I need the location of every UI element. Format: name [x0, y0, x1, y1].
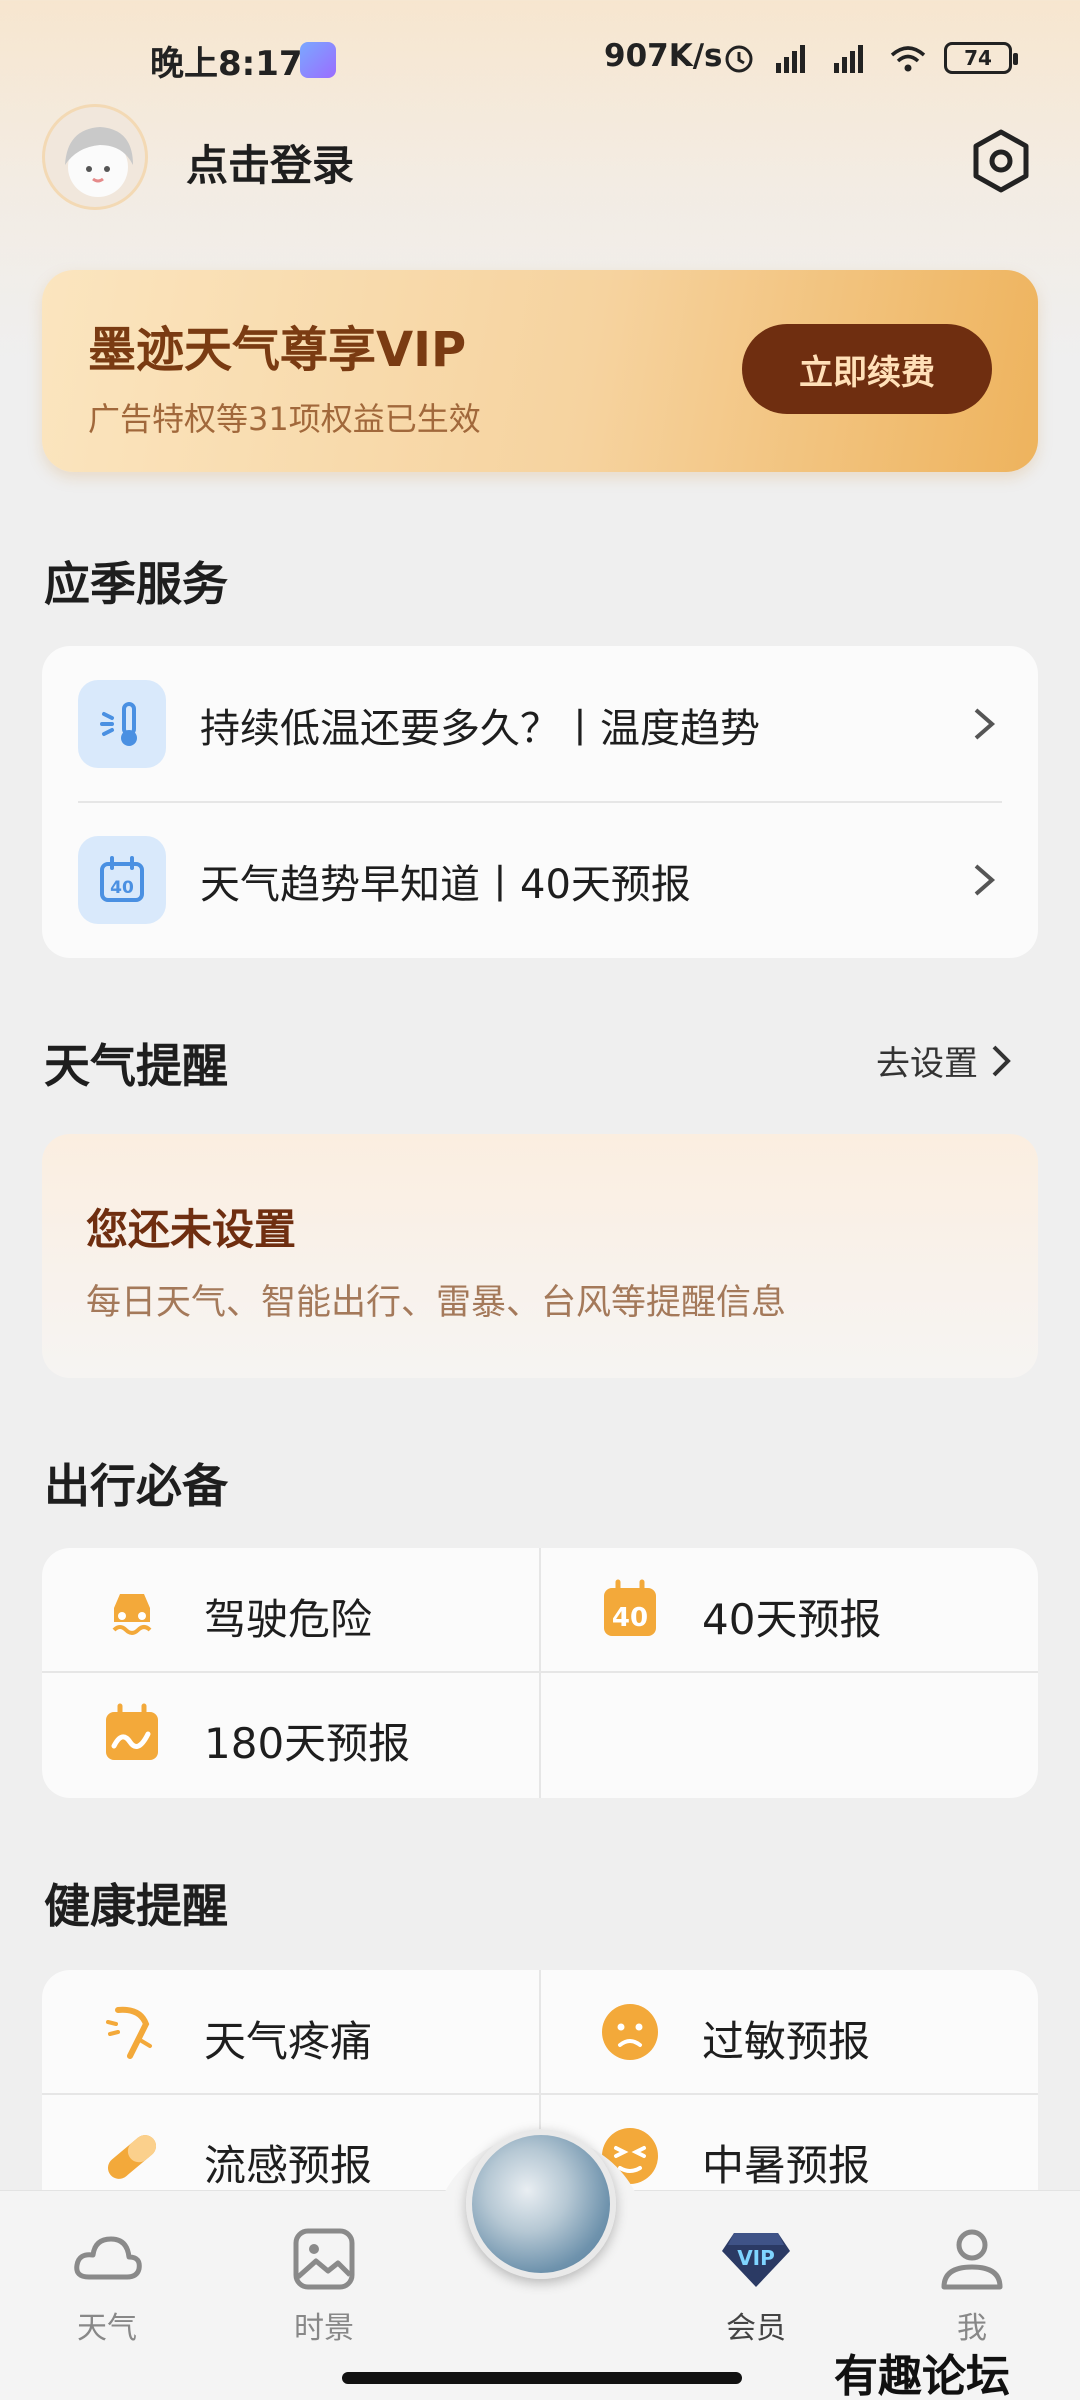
travel-grid: 驾驶危险 40 40天预报 180天预报: [42, 1548, 1038, 1798]
status-icons: 74: [722, 38, 1018, 78]
home-indicator[interactable]: [342, 2372, 742, 2384]
nav-weather[interactable]: 天气: [47, 2221, 167, 2347]
network-speed: 907K/s: [604, 38, 723, 74]
weather-remind-title: 天气提醒: [44, 1039, 228, 1093]
health-item-label: 过敏预报: [702, 2017, 871, 2066]
nav-vip[interactable]: VIP 会员: [696, 2221, 816, 2347]
vip-diamond-icon: VIP: [722, 2233, 790, 2287]
app-notification-icon: [300, 42, 336, 78]
status-bar: 晚上8:17 907K/s 74: [0, 0, 1080, 120]
nav-label: 时景: [294, 2311, 354, 2346]
seasonal-item-40day[interactable]: 40 天气趋势早知道丨40天预报: [42, 802, 1038, 958]
signal-hd-icon-2: [834, 45, 863, 73]
nav-label: 天气: [77, 2311, 137, 2346]
vip-badge-text: VIP: [737, 2246, 775, 2270]
nav-me[interactable]: 我: [912, 2221, 1032, 2347]
gear-icon: [973, 129, 1029, 193]
remind-card-subtitle: 每日天气、智能出行、雷暴、台风等提醒信息: [86, 1283, 787, 1323]
calendar-40-icon: 40: [78, 836, 166, 924]
go-settings-link[interactable]: 去设置: [876, 1036, 1014, 1085]
wifi-icon: [890, 46, 926, 72]
chevron-right-icon: [974, 864, 996, 896]
cloud-icon: [74, 2236, 142, 2280]
remind-card[interactable]: 您还未设置 每日天气、智能出行、雷暴、台风等提醒信息: [42, 1134, 1038, 1378]
vip-subtitle: 广告特权等31项权益已生效: [88, 400, 481, 438]
login-link[interactable]: 点击登录: [186, 132, 354, 193]
seasonal-item-label: 持续低温还要多久？丨温度趋势: [200, 706, 760, 752]
avatar-character-icon: [65, 127, 133, 197]
battery-icon: 74: [944, 42, 1018, 74]
divider: [539, 1548, 541, 1798]
battery-level: 74: [964, 46, 992, 70]
pill-icon: [107, 2135, 157, 2179]
health-item-label: 流感预报: [204, 2141, 373, 2190]
person-icon: [941, 2229, 1003, 2290]
renew-button[interactable]: 立即续费: [742, 324, 992, 414]
health-section-title: 健康提醒: [44, 1879, 228, 1933]
allergy-face-icon: [602, 2004, 658, 2060]
health-item-label: 中暑预报: [702, 2141, 871, 2190]
health-item-label: 天气疼痛: [204, 2017, 373, 2066]
seasonal-card: 持续低温还要多久？丨温度趋势 40 天气趋势早知道丨40天预报: [42, 646, 1038, 958]
travel-item-driving[interactable]: 驾驶危险: [42, 1548, 540, 1672]
settings-button[interactable]: [966, 126, 1036, 196]
watermark: 有趣论坛: [834, 2351, 1010, 2400]
seasonal-item-temp-trend[interactable]: 持续低温还要多久？丨温度趋势: [42, 646, 1038, 802]
health-item-allergy[interactable]: 过敏预报: [540, 1970, 1038, 2094]
thermometer-icon: [78, 680, 166, 768]
seasonal-item-label: 天气趋势早知道丨40天预报: [200, 862, 691, 908]
nav-scene[interactable]: 时景: [264, 2221, 384, 2347]
chevron-right-icon: [974, 708, 996, 740]
sky-scene-button[interactable]: [466, 2129, 616, 2279]
calendar-40-icon: 40: [604, 1579, 656, 1636]
travel-item-180day[interactable]: 180天预报: [42, 1672, 540, 1796]
vip-title: 墨迹天气尊享VIP: [88, 322, 467, 378]
calendar-number: 40: [110, 878, 134, 898]
status-time: 晚上8:17: [150, 44, 303, 84]
travel-item-label: 驾驶危险: [204, 1595, 373, 1644]
picture-icon: [293, 2228, 355, 2290]
travel-section-title: 出行必备: [44, 1459, 228, 1513]
health-item-pain[interactable]: 天气疼痛: [42, 1970, 540, 2094]
car-danger-icon: [112, 1594, 152, 1635]
joint-pain-icon: [106, 2006, 152, 2059]
chevron-right-icon: [992, 1045, 1011, 1076]
vip-banner[interactable]: 墨迹天气尊享VIP 广告特权等31项权益已生效 立即续费: [42, 270, 1038, 472]
seasonal-section-title: 应季服务: [44, 557, 228, 611]
avatar[interactable]: [42, 104, 148, 210]
travel-item-label: 40天预报: [702, 1595, 882, 1644]
nav-label: 会员: [726, 2311, 786, 2346]
signal-hd-icon: [776, 45, 805, 73]
remind-card-title: 您还未设置: [86, 1205, 297, 1254]
alarm-icon: [725, 45, 753, 73]
go-settings-label: 去设置: [876, 1044, 978, 1084]
calendar-trend-icon: [106, 1703, 158, 1760]
travel-item-40day[interactable]: 40 40天预报: [540, 1548, 1038, 1672]
calendar-number: 40: [612, 1603, 648, 1633]
travel-item-label: 180天预报: [204, 1719, 411, 1768]
